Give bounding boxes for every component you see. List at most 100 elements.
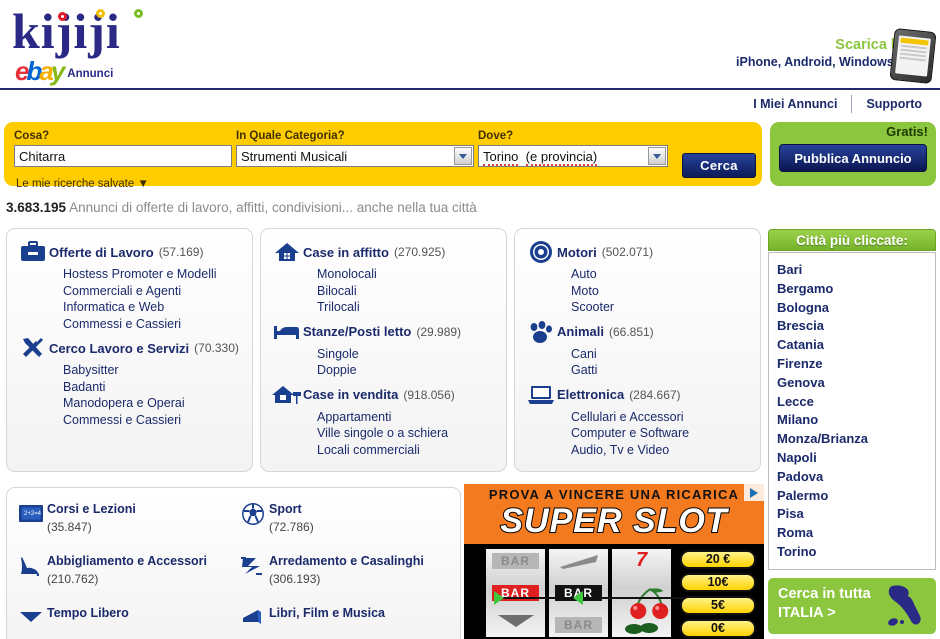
prize-item[interactable]: 0€ — [680, 619, 756, 638]
nav-item-i-miei-annunci[interactable]: I Miei Annunci — [739, 97, 851, 111]
category-card-other: 2+2=4 Corsi e Lezioni (35.847) Sport (72… — [6, 487, 461, 639]
city-link-brescia[interactable]: Brescia — [777, 317, 935, 336]
city-link-catania[interactable]: Catania — [777, 336, 935, 355]
book-icon — [237, 602, 269, 634]
kijiji-homepage: kijiji ebay Annunci Scarica l’App! iPhon… — [0, 0, 940, 639]
sublink[interactable]: Gatti — [571, 362, 760, 379]
sublink[interactable]: Commessi e Cassieri — [63, 412, 252, 429]
search-what-field: Cosa? — [14, 130, 232, 167]
sublink[interactable]: Scooter — [571, 299, 760, 316]
post-ad-panel: Gratis! Pubblica Annuncio — [770, 122, 936, 186]
sublink[interactable]: Badanti — [63, 379, 252, 396]
sublink[interactable]: Monolocali — [317, 266, 506, 283]
search-where-field: Dove? Torino (e provincia) — [478, 130, 668, 167]
city-link-milano[interactable]: Milano — [777, 411, 935, 430]
location-select[interactable]: Torino (e provincia) — [478, 145, 668, 167]
sublink[interactable]: Commessi e Cassieri — [63, 316, 252, 333]
category-item-libri[interactable]: Libri, Film e Musica — [237, 602, 459, 639]
sublink[interactable]: Commerciali e Agenti — [63, 283, 252, 300]
kijiji-logo[interactable]: kijiji ebay Annunci — [12, 4, 177, 84]
search-button[interactable]: Cerca — [682, 153, 756, 178]
city-link-roma[interactable]: Roma — [777, 524, 935, 543]
category-group: Animali (66.851) Cani Gatti — [515, 319, 760, 379]
advertisement-banner[interactable]: PROVA A VINCERE UNA RICARICA SUPER SLOT … — [464, 484, 764, 639]
chevron-down-icon[interactable] — [648, 147, 666, 165]
sublink[interactable]: Singole — [317, 346, 506, 363]
category-header[interactable]: Cerco Lavoro e Servizi (70.330) — [17, 335, 252, 361]
post-ad-button[interactable]: Pubblica Annuncio — [779, 144, 927, 172]
prize-item[interactable]: 20 € — [680, 550, 756, 569]
saved-searches-link[interactable]: Le mie ricerche salvate ▼ — [16, 178, 149, 190]
search-all-italy-button[interactable]: Cerca in tutta ITALIA > — [768, 578, 936, 634]
category-sublinks: Appartamenti Ville singole o a schiera L… — [317, 409, 506, 459]
sublink[interactable]: Bilocali — [317, 283, 506, 300]
sublink[interactable]: Moto — [571, 283, 760, 300]
sublink[interactable]: Auto — [571, 266, 760, 283]
city-link-pisa[interactable]: Pisa — [777, 505, 935, 524]
city-link-bergamo[interactable]: Bergamo — [777, 280, 935, 299]
sublink[interactable]: Cellulari e Accessori — [571, 409, 760, 426]
city-link-padova[interactable]: Padova — [777, 468, 935, 487]
category-header[interactable]: Elettronica (284.667) — [525, 382, 760, 408]
category-item-tempo-libero[interactable]: Tempo Libero — [15, 602, 237, 639]
sublink[interactable]: Locali commerciali — [317, 442, 506, 459]
city-link-napoli[interactable]: Napoli — [777, 449, 935, 468]
sublink[interactable]: Babysitter — [63, 362, 252, 379]
ad-title-text: SUPER SLOT — [499, 501, 728, 541]
city-link-bari[interactable]: Bari — [777, 261, 935, 280]
sublink[interactable]: Ville singole o a schiera — [317, 425, 506, 442]
sublink[interactable]: Doppie — [317, 362, 506, 379]
slot-payline — [500, 597, 700, 599]
category-item-corsi[interactable]: 2+2=4 Corsi e Lezioni (35.847) — [15, 498, 237, 550]
sublink[interactable]: Appartamenti — [317, 409, 506, 426]
city-link-monza-brianza[interactable]: Monza/Brianza — [777, 430, 935, 449]
location-selected-province: (e provincia) — [525, 149, 598, 166]
category-title: Case in affitto — [303, 244, 389, 260]
category-header[interactable]: Stanze/Posti letto (29.989) — [271, 319, 506, 345]
svg-text:2+2=4: 2+2=4 — [24, 511, 42, 517]
category-count: (57.169) — [158, 245, 204, 259]
sublink[interactable]: Audio, Tv e Video — [571, 442, 760, 459]
city-link-genova[interactable]: Genova — [777, 374, 935, 393]
category-select[interactable]: Strumenti Musicali — [236, 145, 474, 167]
category-header[interactable]: Case in vendita (918.056) — [271, 382, 506, 408]
category-header[interactable]: Offerte di Lavoro (57.169) — [17, 239, 252, 265]
category-header[interactable]: Motori (502.071) — [525, 239, 760, 265]
lamp-icon — [237, 550, 269, 582]
adchoices-icon[interactable] — [744, 484, 764, 501]
city-link-bologna[interactable]: Bologna — [777, 299, 935, 318]
nav-item-supporto[interactable]: Supporto — [852, 97, 936, 111]
search-bar: Cosa? In Quale Categoria? Strumenti Musi… — [4, 122, 762, 190]
category-item-abbigliamento[interactable]: Abbigliamento e Accessori (210.762) — [15, 550, 237, 602]
category-group: Cerco Lavoro e Servizi (70.330) Babysitt… — [7, 335, 252, 428]
city-link-firenze[interactable]: Firenze — [777, 355, 935, 374]
search-input[interactable] — [14, 145, 232, 167]
category-header[interactable]: Animali (66.851) — [525, 319, 760, 345]
cities-panel-title: Città più cliccate: — [768, 229, 936, 251]
category-header[interactable]: Case in affitto (270.925) — [271, 239, 506, 265]
category-count: (72.786) — [269, 520, 314, 534]
category-item-sport[interactable]: Sport (72.786) — [237, 498, 459, 550]
page-header: kijiji ebay Annunci Scarica l’App! iPhon… — [0, 0, 940, 113]
city-link-torino[interactable]: Torino — [777, 543, 935, 562]
city-link-palermo[interactable]: Palermo — [777, 487, 935, 506]
payline-arrow-right-icon — [573, 591, 583, 605]
phone-screen-line — [899, 56, 926, 62]
chevron-down-icon[interactable] — [454, 147, 472, 165]
umbrella-icon — [15, 602, 47, 634]
logo-wordmark: kijiji — [12, 3, 121, 59]
sublink[interactable]: Computer e Software — [571, 425, 760, 442]
city-link-lecce[interactable]: Lecce — [777, 393, 935, 412]
sublink[interactable]: Manodopera e Operai — [63, 395, 252, 412]
smartphone-icon — [889, 27, 937, 85]
prize-item[interactable]: 10€ — [680, 573, 756, 592]
italy-line2: ITALIA > — [778, 605, 836, 621]
sublink[interactable]: Trilocali — [317, 299, 506, 316]
briefcase-icon — [17, 239, 49, 265]
prize-item[interactable]: 5€ — [680, 596, 756, 615]
sublink[interactable]: Informatica e Web — [63, 299, 252, 316]
search-category-field: In Quale Categoria? Strumenti Musicali — [236, 130, 474, 167]
sublink[interactable]: Hostess Promoter e Modelli — [63, 266, 252, 283]
sublink[interactable]: Cani — [571, 346, 760, 363]
category-item-arredamento[interactable]: Arredamento e Casalinghi (306.193) — [237, 550, 459, 602]
